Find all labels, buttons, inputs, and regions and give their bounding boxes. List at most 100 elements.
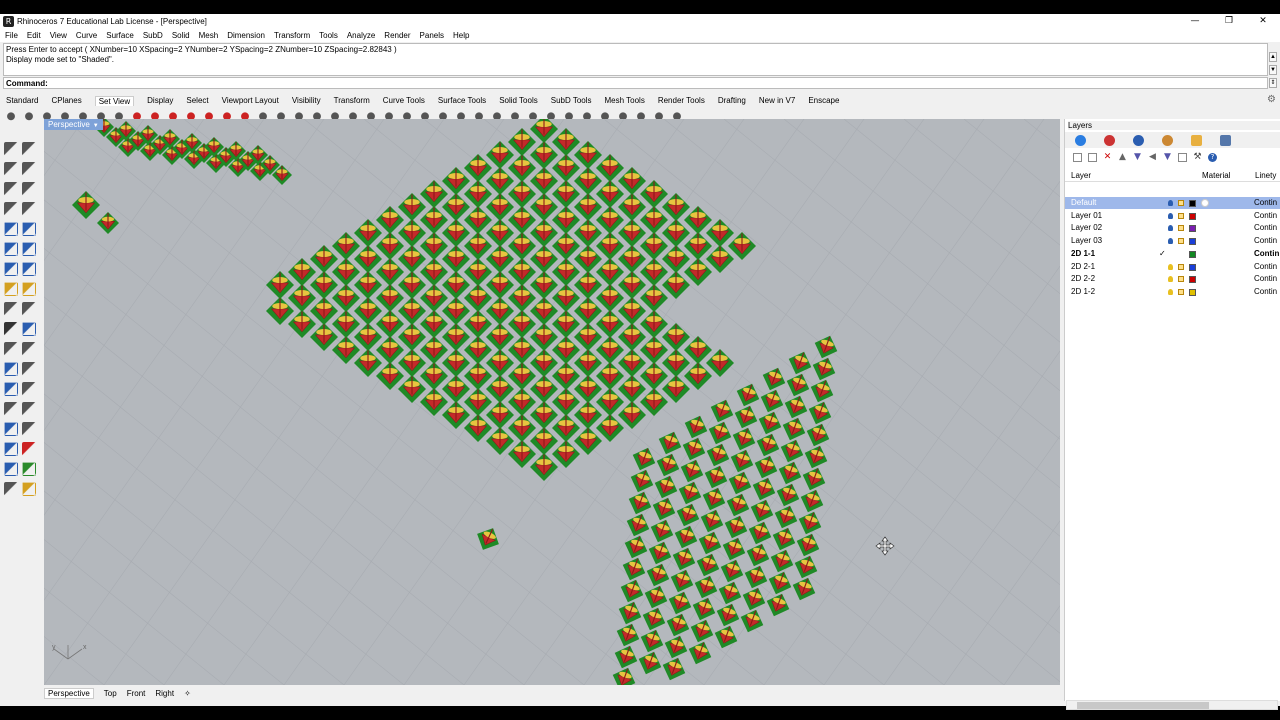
left-tool-20-icon[interactable]	[4, 342, 18, 356]
menu-analyze[interactable]: Analyze	[347, 31, 375, 40]
layer-color-swatch[interactable]	[1189, 238, 1196, 246]
move-down-icon[interactable]: ▼	[1133, 152, 1142, 162]
command-dropdown[interactable]: ⇕	[1269, 78, 1277, 88]
tab-subd-tools[interactable]: SubD Tools	[551, 96, 592, 105]
left-tool-31-icon[interactable]	[22, 442, 36, 456]
menu-subd[interactable]: SubD	[143, 31, 163, 40]
left-tool-3-icon[interactable]	[22, 162, 36, 176]
layer-row[interactable]: 2D 1-1 ✓ Contin	[1065, 248, 1280, 260]
left-tool-17-icon[interactable]	[22, 302, 36, 316]
visibility-bulb-icon[interactable]	[1168, 238, 1173, 245]
layer-linetype[interactable]: Contin	[1254, 286, 1277, 298]
layer-linetype[interactable]: Contin	[1254, 235, 1277, 247]
layers-horizontal-scrollbar[interactable]	[1066, 700, 1278, 710]
tab-standard[interactable]: Standard	[6, 96, 38, 105]
chevron-down-icon[interactable]: ▼	[93, 123, 99, 129]
visibility-bulb-icon[interactable]	[1168, 225, 1173, 232]
layer-name[interactable]: Layer 02	[1071, 222, 1102, 234]
left-tool-8-icon[interactable]	[4, 222, 18, 236]
tab-render-tools[interactable]: Render Tools	[658, 96, 705, 105]
menu-solid[interactable]: Solid	[172, 31, 190, 40]
tab-cplanes[interactable]: CPlanes	[51, 96, 81, 105]
lock-icon[interactable]	[1178, 225, 1184, 232]
scrollbar-thumb[interactable]	[1077, 702, 1209, 709]
left-tool-9-icon[interactable]	[22, 222, 36, 236]
menu-panels[interactable]: Panels	[420, 31, 444, 40]
layer-name[interactable]: 2D 1-1	[1071, 248, 1095, 260]
menu-dimension[interactable]: Dimension	[227, 31, 265, 40]
left-tool-12-icon[interactable]	[4, 262, 18, 276]
layer-name[interactable]: Layer 01	[1071, 210, 1102, 222]
left-tool-33-icon[interactable]	[22, 462, 36, 476]
help-tab-icon[interactable]	[1220, 134, 1231, 146]
view-tab-right[interactable]: Right	[155, 689, 174, 698]
lock-icon[interactable]	[1178, 288, 1184, 295]
layer-name[interactable]: Layer 03	[1071, 235, 1102, 247]
material-column-header[interactable]: Material	[1202, 171, 1230, 180]
tab-set-view[interactable]: Set View	[94, 95, 135, 106]
left-tool-32-icon[interactable]	[4, 462, 18, 476]
add-view-tab-icon[interactable]: ✧	[184, 689, 191, 698]
layer-row[interactable]: 2D 1-2 Contin	[1065, 286, 1280, 298]
menu-mesh[interactable]: Mesh	[199, 31, 219, 40]
layer-linetype[interactable]: Contin	[1254, 210, 1277, 222]
lock-icon[interactable]	[1178, 276, 1184, 283]
lock-icon[interactable]	[1178, 200, 1184, 206]
delete-layer-icon[interactable]: ✕	[1103, 152, 1112, 162]
layer-row[interactable]: 2D 2-2 Contin	[1065, 273, 1280, 285]
tab-surface-tools[interactable]: Surface Tools	[438, 96, 486, 105]
render-tab-icon[interactable]	[1133, 134, 1144, 146]
layer-color-swatch[interactable]	[1189, 276, 1196, 284]
tab-select[interactable]: Select	[186, 96, 208, 105]
maximize-button[interactable]: ❐	[1212, 14, 1246, 28]
menu-render[interactable]: Render	[384, 31, 410, 40]
layer-color-swatch[interactable]	[1189, 288, 1196, 296]
toolbar-tool-1-icon[interactable]	[22, 110, 36, 124]
tab-drafting[interactable]: Drafting	[718, 96, 746, 105]
left-tool-22-icon[interactable]	[4, 362, 18, 376]
left-tool-18-icon[interactable]	[4, 322, 18, 336]
left-tool-24-icon[interactable]	[4, 382, 18, 396]
menu-file[interactable]: File	[5, 31, 18, 40]
visibility-bulb-icon[interactable]	[1168, 200, 1173, 206]
layer-name[interactable]: 2D 2-2	[1071, 273, 1095, 285]
layer-linetype[interactable]: Contin	[1254, 197, 1277, 209]
left-tool-2-icon[interactable]	[4, 162, 18, 176]
left-tool-11-icon[interactable]	[22, 242, 36, 256]
minimize-button[interactable]: —	[1178, 14, 1212, 28]
menu-surface[interactable]: Surface	[106, 31, 134, 40]
left-tool-10-icon[interactable]	[4, 242, 18, 256]
visibility-bulb-icon[interactable]	[1168, 263, 1173, 270]
layer-row[interactable]: Layer 03 Contin	[1065, 235, 1280, 247]
layer-linetype[interactable]: Contin	[1254, 261, 1277, 273]
left-tool-27-icon[interactable]	[22, 402, 36, 416]
left-tool-26-icon[interactable]	[4, 402, 18, 416]
help-icon[interactable]: ?	[1208, 152, 1217, 162]
left-tool-30-icon[interactable]	[4, 442, 18, 456]
left-tool-23-icon[interactable]	[22, 362, 36, 376]
visibility-bulb-icon[interactable]	[1168, 212, 1173, 219]
lock-icon[interactable]	[1178, 212, 1184, 219]
view-tab-top[interactable]: Top	[104, 689, 117, 698]
tab-visibility[interactable]: Visibility	[292, 96, 321, 105]
layer-states-icon[interactable]	[1178, 152, 1187, 162]
move-up-icon[interactable]: ▲	[1118, 152, 1127, 162]
tab-curve-tools[interactable]: Curve Tools	[383, 96, 425, 105]
layer-color-swatch[interactable]	[1189, 200, 1196, 207]
layer-linetype[interactable]: Contin	[1254, 273, 1277, 285]
lock-icon[interactable]	[1178, 238, 1184, 245]
properties-tab-icon[interactable]	[1075, 134, 1086, 146]
left-tool-25-icon[interactable]	[22, 382, 36, 396]
left-tool-28-icon[interactable]	[4, 422, 18, 436]
menu-transform[interactable]: Transform	[274, 31, 310, 40]
history-scroll-up[interactable]: ▲	[1269, 52, 1277, 62]
new-layer-icon[interactable]	[1073, 152, 1082, 162]
tab-display[interactable]: Display	[147, 96, 173, 105]
left-tool-16-icon[interactable]	[4, 302, 18, 316]
left-tool-15-icon[interactable]	[22, 282, 36, 296]
move-out-icon[interactable]: ◀	[1148, 152, 1157, 162]
layer-name[interactable]: Default	[1071, 197, 1096, 209]
layer-name[interactable]: 2D 1-2	[1071, 286, 1095, 298]
viewport-title[interactable]: Perspective ▼	[44, 119, 103, 130]
view-tab-perspective[interactable]: Perspective	[44, 687, 94, 699]
